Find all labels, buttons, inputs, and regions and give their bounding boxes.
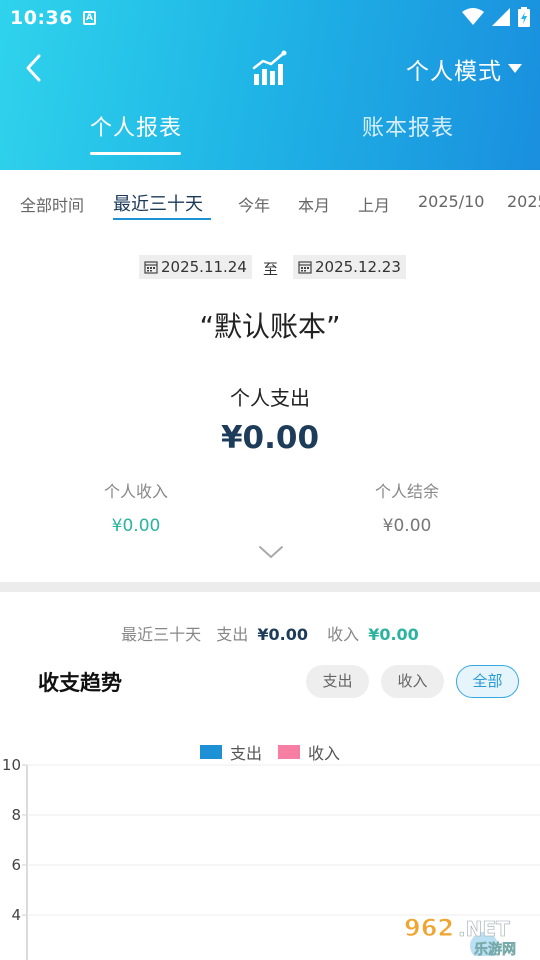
mode-label: 个人模式: [406, 59, 502, 85]
battery-icon: [518, 7, 530, 27]
report-tabs: 个人报表 账本报表: [0, 106, 540, 166]
personal-income: 个人收入 ¥0.00: [36, 478, 236, 536]
personal-balance-value: ¥0.00: [382, 516, 432, 536]
dropdown-arrow-icon: [508, 64, 522, 73]
mode-selector[interactable]: 个人模式: [406, 52, 522, 86]
period-this-year[interactable]: 今年: [238, 192, 270, 216]
signal-icon: [492, 8, 510, 26]
filter-income-button[interactable]: 收入: [381, 665, 444, 698]
section-divider: [0, 582, 540, 592]
period-2025[interactable]: 2025: [507, 192, 540, 211]
nav-row: 个人模式: [0, 42, 540, 94]
personal-expense-value: ¥0.00: [220, 420, 320, 456]
y-tick-label: 10: [2, 756, 21, 774]
wifi-icon: [462, 8, 484, 25]
tab-personal-report[interactable]: 个人报表: [90, 110, 182, 142]
status-icons: [462, 7, 530, 27]
notification-icon: A: [83, 11, 96, 25]
status-bar: 10:36 A: [0, 0, 540, 36]
chart-icon[interactable]: [250, 48, 290, 88]
svg-text:乐游网: 乐游网: [474, 941, 516, 956]
trend-summary-expense-value: ¥0.00: [257, 625, 308, 644]
filter-expense-button[interactable]: 支出: [306, 665, 369, 698]
start-date: 2025.11.24: [161, 258, 247, 276]
trend-summary-income-value: ¥0.00: [368, 625, 419, 644]
book-name: “默认账本”: [199, 310, 341, 343]
period-this-month[interactable]: 本月: [298, 192, 330, 216]
watermark-logo: 962 .NET 乐游网: [404, 914, 516, 956]
personal-income-label: 个人收入: [103, 482, 168, 501]
period-last-30-days[interactable]: 最近三十天: [113, 190, 203, 216]
end-date: 2025.12.23: [315, 258, 401, 276]
back-button[interactable]: [18, 50, 54, 86]
personal-balance: 个人结余 ¥0.00: [307, 478, 507, 536]
personal-income-value: ¥0.00: [111, 516, 161, 536]
trend-summary-period: 最近三十天: [121, 625, 202, 644]
date-range-separator: 至: [263, 260, 279, 278]
period-last-month[interactable]: 上月: [358, 192, 390, 216]
trend-summary-income-label: 收入: [327, 625, 360, 644]
personal-expense-label: 个人支出: [230, 386, 310, 410]
active-tab-indicator: [90, 152, 181, 155]
svg-text:962: 962: [404, 914, 454, 942]
status-time: 10:36: [10, 7, 73, 29]
calendar-icon: [144, 261, 158, 274]
trend-summary-expense-label: 支出: [216, 625, 249, 644]
header: 10:36 A 个人模式 个人报表 账本报表: [0, 0, 540, 170]
trend-summary: 最近三十天 支出 ¥0.00 收入 ¥0.00: [0, 621, 540, 645]
period-2025-10[interactable]: 2025/10: [418, 192, 484, 211]
calendar-icon: [298, 261, 312, 274]
start-date-picker[interactable]: 2025.11.24: [139, 255, 252, 279]
y-tick-label: 4: [11, 906, 21, 924]
expand-chevron-icon[interactable]: [258, 543, 284, 561]
period-all-time[interactable]: 全部时间: [20, 192, 84, 216]
y-tick-label: 8: [11, 806, 21, 824]
period-active-indicator: [113, 218, 211, 220]
tab-book-report[interactable]: 账本报表: [362, 110, 454, 142]
svg-text:.NET: .NET: [458, 917, 510, 941]
personal-balance-label: 个人结余: [374, 482, 439, 501]
filter-all-button[interactable]: 全部: [456, 665, 519, 698]
y-tick-label: 6: [11, 856, 21, 874]
period-filter-row: 全部时间 最近三十天 今年 本月 上月 2025/10 2025: [0, 170, 540, 234]
trend-title: 收支趋势: [38, 671, 122, 695]
end-date-picker[interactable]: 2025.12.23: [293, 255, 406, 279]
